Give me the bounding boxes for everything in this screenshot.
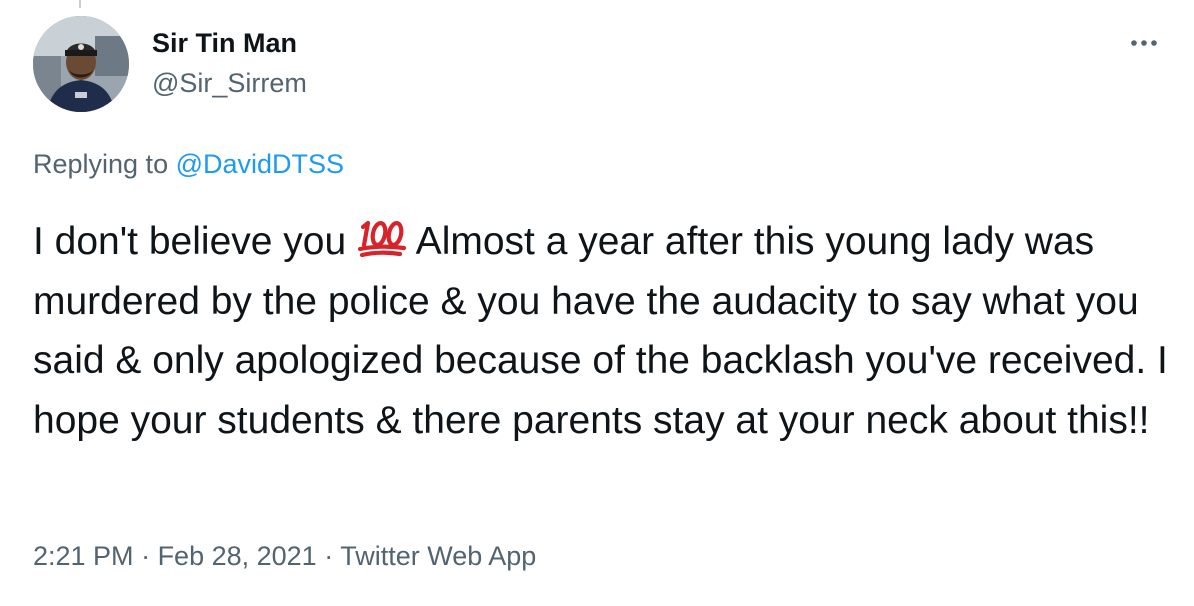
author-avatar[interactable] [33,16,129,112]
author-display-name[interactable]: Sir Tin Man [152,26,297,60]
reply-context-prefix: Replying to [33,149,176,179]
more-options-icon [1131,40,1157,46]
tweet-time[interactable]: 2:21 PM [33,541,134,571]
more-options-button[interactable] [1122,28,1166,56]
profile-photo-avatar-icon [33,16,129,112]
meta-separator: · [133,541,158,571]
reply-context: Replying to @DavidDTSS [33,146,344,182]
reply-mention-link[interactable]: @DavidDTSS [176,149,344,179]
tweet-text: I don't believe you Almost a year after … [33,212,1173,450]
tweet-metadata: 2:21 PM · Feb 28, 2021 · Twitter Web App [33,538,536,574]
tweet-text-part-1: I don't believe you [33,220,357,263]
tweet-date[interactable]: Feb 28, 2021 [158,541,317,571]
tweet-source[interactable]: Twitter Web App [340,541,536,571]
meta-separator: · [316,541,341,571]
hundred-points-emoji-icon [357,220,407,257]
thread-connector-line [79,0,81,8]
author-handle[interactable]: @Sir_Sirrem [152,66,307,100]
